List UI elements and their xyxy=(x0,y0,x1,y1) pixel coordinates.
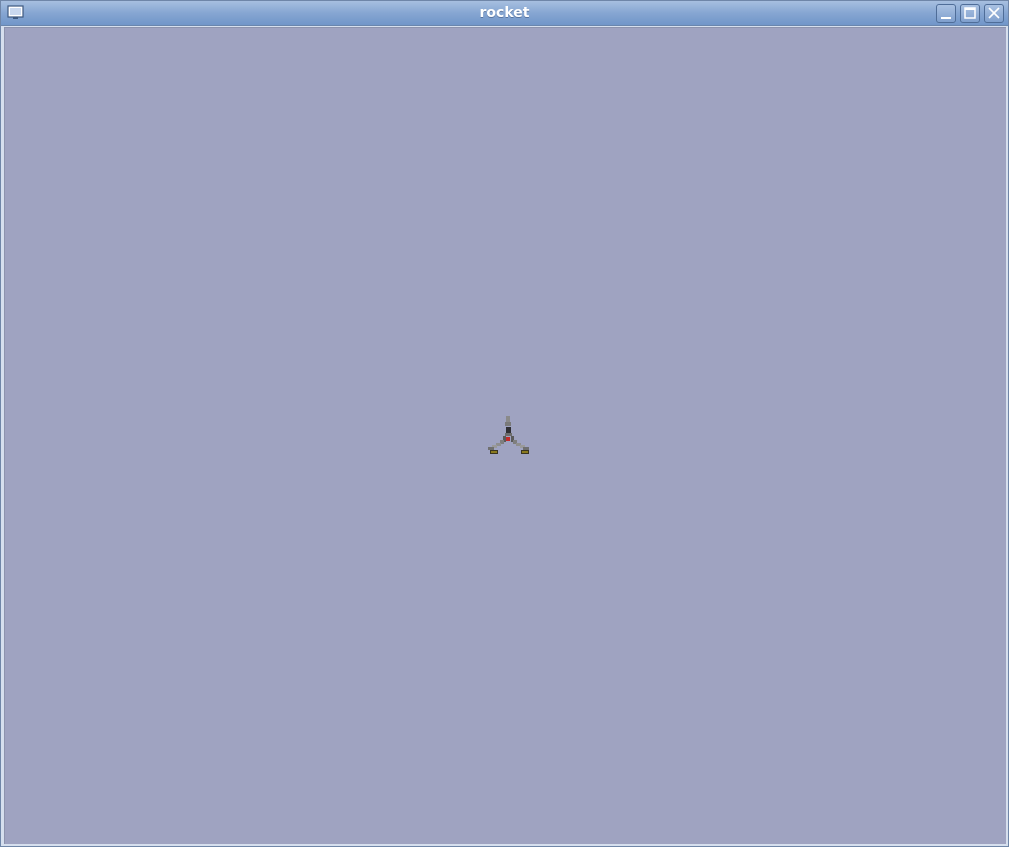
game-canvas[interactable] xyxy=(4,27,1006,844)
minimize-icon xyxy=(941,17,951,19)
maximize-button[interactable] xyxy=(960,4,980,23)
maximize-icon xyxy=(964,7,976,19)
app-window: rocket xyxy=(0,0,1009,847)
title-bar[interactable]: rocket xyxy=(1,1,1008,26)
rocket-ship-icon xyxy=(488,416,529,454)
window-title: rocket xyxy=(479,5,530,21)
minimize-button[interactable] xyxy=(936,4,956,23)
close-button[interactable] xyxy=(984,4,1004,23)
close-icon xyxy=(988,7,1000,19)
